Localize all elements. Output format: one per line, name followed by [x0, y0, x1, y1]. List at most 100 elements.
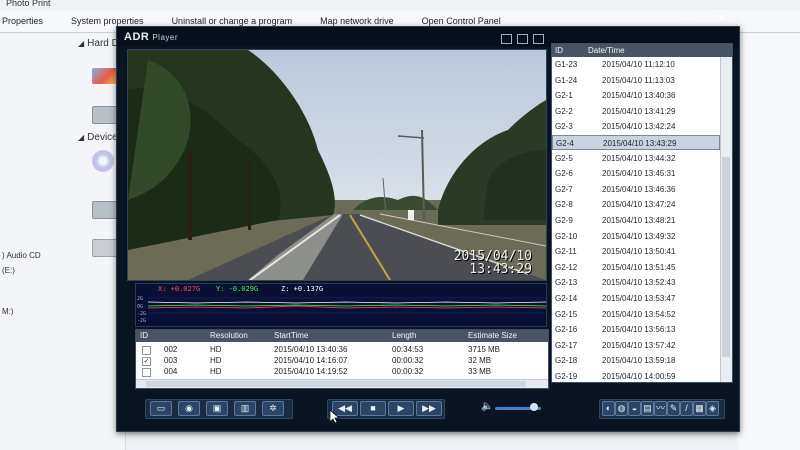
event-row[interactable]: G2-13 2015/04/10 13:52:43 [552, 275, 720, 290]
event-id: G2-17 [555, 340, 578, 350]
file-list[interactable]: ID Resolution StartTime Length Estimate … [135, 329, 549, 389]
file-row[interactable]: ✓ 003 HD 2015/04/10 14:16:07 00:00:32 32… [136, 355, 548, 366]
event-row[interactable]: G2-8 2015/04/10 13:47:24 [552, 197, 720, 212]
event-row[interactable]: G2-18 2015/04/10 13:59:18 [552, 353, 720, 368]
col-event-id[interactable]: ID [555, 46, 563, 55]
save-icon[interactable]: ▣ [206, 401, 228, 416]
event-id: G2-5 [555, 153, 573, 163]
zoom-icon[interactable]: ✎ [667, 401, 680, 416]
event-row[interactable]: G2-19 2015/04/10 14:00:59 [552, 369, 720, 382]
pin-icon[interactable] [533, 34, 544, 44]
event-row[interactable]: G2-3 2015/04/10 13:42:24 [552, 119, 720, 134]
folder-icon[interactable]: ▭ [150, 401, 172, 416]
event-row[interactable]: G1-23 2015/04/10 11:12:10 [552, 57, 720, 72]
windows-drive-icon[interactable] [92, 68, 118, 84]
gsensor-graph[interactable]: X: +0.027G Y: -0.029G Z: +0.137G 2G 0G -… [135, 283, 547, 327]
video-preview[interactable]: 2015/04/10 13:43:29 [127, 49, 547, 281]
event-datetime: 2015/04/10 14:00:59 [602, 372, 676, 381]
info-icon[interactable]: ◈ [706, 401, 719, 416]
app-title: ADR Player [124, 31, 179, 43]
file-row[interactable]: 002 HD 2015/04/10 13:40:36 00:34:53 3715… [136, 344, 548, 355]
event-datetime: 2015/04/10 13:41:29 [602, 106, 676, 116]
menu-open-control-panel[interactable]: Open Control Panel [420, 16, 501, 26]
minimize-button[interactable]: — [683, 13, 699, 25]
event-row[interactable]: G2-15 2015/04/10 13:54:52 [552, 307, 720, 322]
event-row[interactable]: G2-6 2015/04/10 13:45:31 [552, 166, 720, 181]
col-resolution[interactable]: Resolution [210, 331, 248, 340]
event-list-vscrollbar[interactable] [720, 57, 732, 382]
file-checkbox[interactable] [142, 346, 151, 355]
menu-properties[interactable]: Properties [0, 16, 43, 26]
event-datetime: 2015/04/10 13:49:32 [602, 231, 676, 241]
play-icon[interactable]: ▶ [388, 401, 414, 416]
event-id: G2-12 [555, 262, 578, 272]
file-list-hscrollbar[interactable] [136, 379, 548, 388]
file-row[interactable]: 004 HD 2015/04/10 14:19:52 00:00:32 33 M… [136, 366, 548, 377]
event-datetime: 2015/04/10 13:47:24 [602, 200, 676, 210]
col-date-time[interactable]: Date/Time [588, 46, 625, 55]
menu-uninstall[interactable]: Uninstall or change a program [170, 16, 293, 26]
event-row[interactable]: G2-5 2015/04/10 13:44:32 [552, 151, 720, 166]
col-length[interactable]: Length [392, 331, 416, 340]
event-id: G2-9 [555, 216, 573, 225]
event-row[interactable]: G2-12 2015/04/10 13:51:45 [552, 260, 720, 275]
volume-icon[interactable]: 🔈 [481, 401, 493, 412]
file-tools-group: ▭ ◉ ▣ ▥ ✲ [145, 399, 293, 419]
event-row[interactable]: G2-11 2015/04/10 13:50:41 [552, 244, 720, 259]
gsensor-y-line [147, 304, 546, 307]
col-starttime[interactable]: StartTime [274, 331, 308, 340]
edit-icon[interactable]: / [680, 401, 693, 416]
menu-system-properties[interactable]: System properties [69, 16, 144, 26]
window-mode-icon[interactable] [517, 34, 528, 44]
camera-icon[interactable]: ◉ [178, 401, 200, 416]
col-id[interactable]: ID [140, 331, 148, 340]
event-row[interactable]: G2-1 2015/04/10 13:40:36 [552, 88, 720, 103]
map-icon[interactable]: ◍ [615, 401, 628, 416]
event-id: G2-13 [555, 278, 578, 288]
event-id: G2-16 [555, 325, 578, 335]
settings-icon[interactable]: ✲ [262, 401, 284, 416]
export-icon[interactable]: ▦ [693, 401, 706, 416]
event-datetime: 2015/04/10 13:45:31 [602, 169, 676, 179]
scroll-thumb[interactable] [722, 157, 730, 357]
event-row[interactable]: G2-17 2015/04/10 13:57:42 [552, 338, 720, 353]
gps-icon[interactable]: ▤ [641, 401, 654, 416]
event-row[interactable]: G2-10 2015/04/10 13:49:32 [552, 229, 720, 244]
view-tools-group: ◐ ◍ ◒ ▤ 〰 ✎ / ▦ ◈ [599, 399, 725, 419]
view-icon[interactable]: ◐ [602, 401, 615, 416]
fast-forward-icon[interactable]: ▶▶ [416, 401, 442, 416]
event-datetime: 2015/04/10 13:56:13 [602, 325, 676, 335]
event-id: G2-6 [555, 169, 573, 179]
event-datetime: 2015/04/10 13:44:32 [602, 153, 676, 163]
section-devices[interactable]: ◢ Device [78, 132, 118, 143]
event-row[interactable]: G2-2 2015/04/10 13:41:29 [552, 104, 720, 119]
file-checkbox[interactable]: ✓ [142, 357, 151, 366]
adr-player-window: ADR Player — ✕ 2015/04/10 13:43:29 X: +0… [116, 13, 740, 432]
section-hard-drives[interactable]: ◢ Hard D [78, 38, 119, 49]
speed-icon[interactable]: ◒ [628, 401, 641, 416]
event-datetime: 2015/04/10 13:48:21 [602, 216, 676, 225]
file-checkbox[interactable] [142, 368, 151, 377]
scroll-thumb[interactable] [146, 381, 526, 387]
fullscreen-icon[interactable] [501, 34, 512, 44]
gsensor-z-line [147, 301, 546, 304]
stop-icon[interactable]: ■ [360, 401, 386, 416]
graph-icon[interactable]: 〰 [654, 401, 667, 416]
event-row[interactable]: G2-16 2015/04/10 13:56:13 [552, 322, 720, 337]
menu-map-network-drive[interactable]: Map network drive [318, 16, 394, 26]
event-id: G2-3 [555, 122, 573, 132]
event-row[interactable]: G1-24 2015/04/10 11:13:03 [552, 73, 720, 88]
event-row[interactable]: G2-4 2015/04/10 13:43:29 [552, 135, 720, 150]
player-toolbar: ▭ ◉ ▣ ▥ ✲ ◀◀ ■ ▶ ▶▶ 🔈 ◐ ◍ ◒ ▤ 〰 ✎ / ▦ ◈ [135, 391, 731, 429]
event-row[interactable]: G2-9 2015/04/10 13:48:21 [552, 213, 720, 228]
delete-icon[interactable]: ▥ [234, 401, 256, 416]
event-row[interactable]: G2-7 2015/04/10 13:46:36 [552, 182, 720, 197]
event-row[interactable]: G2-14 2015/04/10 13:53:47 [552, 291, 720, 306]
event-datetime: 2015/04/10 13:54:52 [602, 309, 676, 319]
col-estimate-size[interactable]: Estimate Size [468, 331, 517, 340]
event-list[interactable]: ID Date/Time G1-23 2015/04/10 11:12:10 G1-… [551, 43, 733, 383]
cd-drive-icon[interactable] [92, 150, 114, 172]
explorer-right-pane [738, 33, 800, 450]
event-datetime: 2015/04/10 13:43:29 [603, 139, 677, 148]
close-button[interactable]: ✕ [714, 13, 730, 25]
